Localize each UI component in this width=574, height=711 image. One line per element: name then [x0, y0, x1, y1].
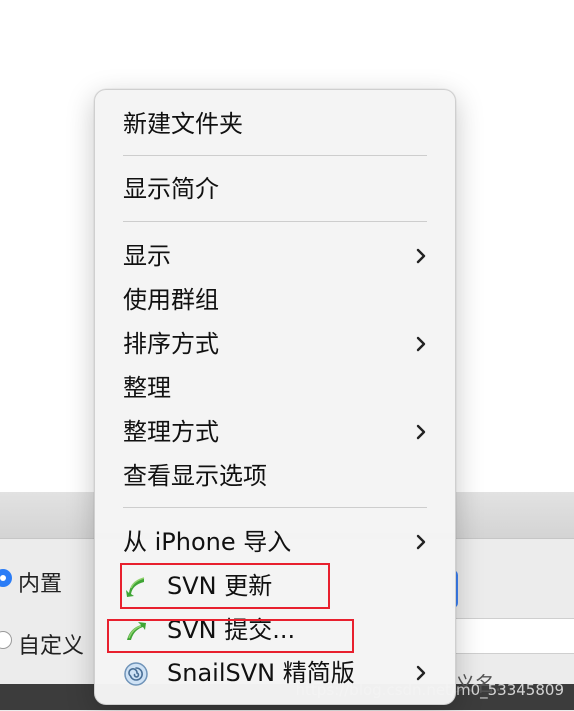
menu-item-label: 整理方式: [123, 418, 219, 446]
annotation-highlight-svn-update: [120, 563, 330, 609]
menu-item-label: 显示简介: [123, 175, 219, 203]
menu-item-label: 从 iPhone 导入: [123, 528, 292, 556]
context-menu: 新建文件夹 显示简介 显示 使用群组 排序方式 整理 整理方式 查看显示选项 从…: [94, 89, 456, 705]
menu-item-sort-by[interactable]: 排序方式: [123, 324, 429, 364]
menu-item-label: 排序方式: [123, 330, 219, 358]
menu-item-label: 整理: [123, 374, 171, 402]
radio-builtin-label: 内置: [18, 572, 63, 597]
menu-item-label: 使用群组: [123, 286, 219, 314]
menu-item-import-from-iphone[interactable]: 从 iPhone 导入: [123, 522, 429, 562]
radio-custom-label: 自定义: [18, 634, 85, 659]
menu-item-view-options[interactable]: 查看显示选项: [123, 456, 429, 496]
menu-item-new-folder[interactable]: 新建文件夹: [123, 104, 429, 144]
menu-item-snailsvn-lite[interactable]: SnailSVN 精简版: [123, 653, 429, 693]
menu-item-label: 新建文件夹: [123, 110, 243, 138]
chevron-right-icon: [416, 424, 426, 440]
menu-separator: [123, 507, 427, 508]
annotation-highlight-svn-commit: [107, 619, 354, 653]
menu-item-label: 显示: [123, 242, 171, 270]
menu-separator: [123, 221, 427, 222]
background-text-field[interactable]: [452, 618, 574, 654]
chevron-right-icon: [416, 665, 426, 681]
menu-item-clean-up[interactable]: 整理: [123, 368, 429, 408]
menu-item-show[interactable]: 显示: [123, 236, 429, 276]
chevron-right-icon: [416, 534, 426, 550]
menu-item-label: SnailSVN 精简版: [167, 659, 355, 687]
menu-item-label: 查看显示选项: [123, 462, 267, 490]
menu-item-use-groups[interactable]: 使用群组: [123, 280, 429, 320]
menu-item-get-info[interactable]: 显示简介: [123, 169, 429, 209]
menu-item-clean-up-by[interactable]: 整理方式: [123, 412, 429, 452]
chevron-right-icon: [416, 336, 426, 352]
menu-separator: [123, 155, 427, 156]
chevron-right-icon: [416, 248, 426, 264]
snailsvn-icon: [124, 662, 148, 686]
